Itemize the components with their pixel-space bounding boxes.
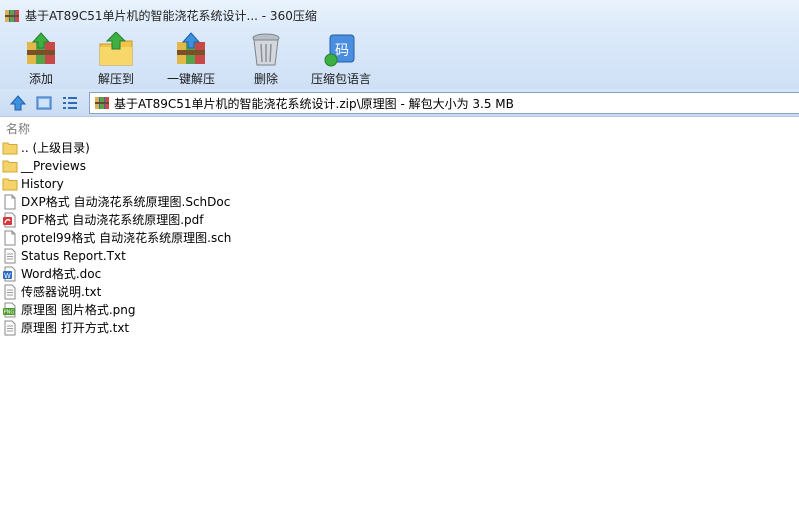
archive-language-button[interactable]: 码 压缩包语言	[311, 31, 371, 89]
item-name: PDF格式 自动浇花系统原理图.pdf	[21, 213, 204, 227]
text-file-icon	[4, 248, 16, 264]
thumbnail-view-icon	[36, 96, 52, 110]
file-list-area: 名称 .. (上级目录) __Previews History DXP格式 自动…	[0, 117, 799, 509]
folder-icon	[2, 142, 18, 155]
item-name: Status Report.Txt	[21, 249, 126, 263]
toolbar: 添加 解压到 一键解压 删除 码 压缩包语言	[0, 31, 799, 89]
list-item[interactable]: protel99格式 自动浇花系统原理图.sch	[2, 229, 792, 247]
archive-path-icon	[95, 97, 109, 109]
item-name: .. (上级目录)	[21, 141, 90, 155]
item-name: 原理图 打开方式.txt	[21, 321, 130, 335]
list-item[interactable]: Status Report.Txt	[2, 247, 792, 265]
list-item[interactable]: 原理图 打开方式.txt	[2, 319, 792, 337]
trash-bin-icon	[252, 33, 280, 66]
column-header-name[interactable]: 名称	[0, 119, 799, 139]
list-item[interactable]: W Word格式.doc	[2, 265, 792, 283]
address-bar: 基于AT89C51单片机的智能浇花系统设计.zip\原理图 - 解包大小为 3.…	[0, 89, 799, 117]
text-file-icon	[4, 284, 16, 300]
delete-label: 删除	[253, 72, 278, 86]
svg-text:PNG: PNG	[4, 310, 15, 316]
svg-text:W: W	[4, 272, 11, 280]
title-bar: 基于AT89C51单片机的智能浇花系统设计... - 360压缩	[0, 0, 799, 31]
add-archive-icon	[27, 32, 55, 64]
file-icon	[4, 230, 16, 246]
delete-button[interactable]: 删除	[236, 31, 296, 89]
encoding-language-icon: 码	[324, 34, 355, 67]
list-item[interactable]: __Previews	[2, 157, 792, 175]
file-list: .. (上级目录) __Previews History DXP格式 自动浇花系…	[2, 139, 792, 337]
extract-folder-icon	[99, 32, 133, 66]
list-item[interactable]: .. (上级目录)	[2, 139, 792, 157]
item-name: 传感器说明.txt	[21, 285, 102, 299]
item-name: History	[21, 177, 64, 191]
window-title: 基于AT89C51单片机的智能浇花系统设计... - 360压缩	[25, 9, 317, 23]
file-icon	[4, 194, 16, 210]
list-item[interactable]: DXP格式 自动浇花系统原理图.SchDoc	[2, 193, 792, 211]
extract-to-button[interactable]: 解压到	[86, 31, 146, 89]
list-view-button[interactable]	[60, 93, 80, 113]
word-icon: W	[3, 266, 16, 282]
image-icon: PNG	[3, 302, 16, 318]
item-name: 原理图 图片格式.png	[21, 303, 136, 317]
item-name: DXP格式 自动浇花系统原理图.SchDoc	[21, 195, 231, 209]
up-arrow-icon	[10, 95, 26, 111]
list-item[interactable]: PNG 原理图 图片格式.png	[2, 301, 792, 319]
archive-language-label: 压缩包语言	[311, 72, 372, 86]
one-click-extract-label: 一键解压	[166, 72, 215, 86]
up-level-button[interactable]	[8, 93, 28, 113]
add-label: 添加	[28, 72, 53, 86]
thumbnail-view-button[interactable]	[34, 93, 54, 113]
item-name: protel99格式 自动浇花系统原理图.sch	[21, 231, 232, 245]
one-click-extract-button[interactable]: 一键解压	[161, 31, 221, 89]
path-text: 基于AT89C51单片机的智能浇花系统设计.zip\原理图 - 解包大小为 3.…	[114, 96, 514, 111]
list-view-icon	[63, 97, 77, 109]
folder-icon	[2, 160, 18, 173]
item-name: Word格式.doc	[21, 267, 102, 281]
one-click-extract-icon	[177, 32, 205, 64]
folder-icon	[2, 178, 18, 191]
list-item[interactable]: History	[2, 175, 792, 193]
list-item[interactable]: 传感器说明.txt	[2, 283, 792, 301]
pdf-icon	[3, 212, 16, 228]
path-field[interactable]: 基于AT89C51单片机的智能浇花系统设计.zip\原理图 - 解包大小为 3.…	[89, 92, 799, 114]
extract-to-label: 解压到	[97, 72, 134, 86]
list-item[interactable]: PDF格式 自动浇花系统原理图.pdf	[2, 211, 792, 229]
text-file-icon	[4, 320, 16, 336]
encoding-glyph: 码	[335, 43, 349, 59]
item-name: __Previews	[21, 159, 86, 173]
add-button[interactable]: 添加	[11, 31, 71, 89]
archive-app-icon	[5, 9, 19, 22]
